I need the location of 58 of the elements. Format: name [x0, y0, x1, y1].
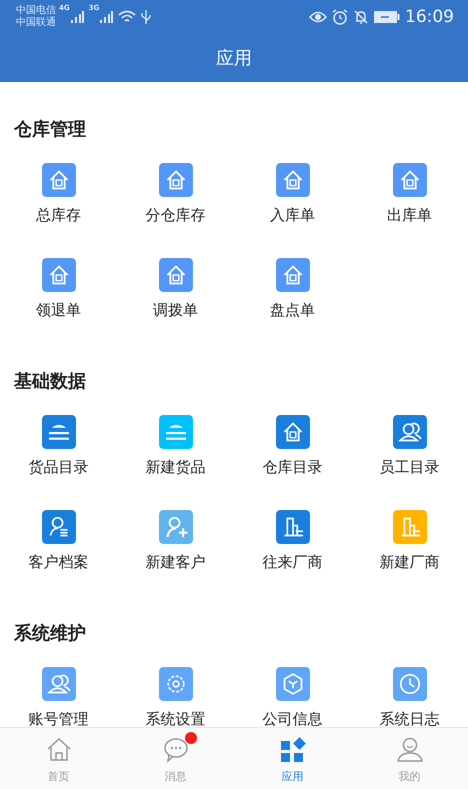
wifi-icon — [118, 10, 136, 24]
app-icon[interactable] — [392, 510, 426, 544]
eye-icon — [309, 10, 327, 24]
usb-icon — [141, 9, 152, 25]
section-title: 系统维护 — [12, 622, 87, 646]
app-label[interactable]: 新建货品 — [146, 457, 206, 477]
carrier-name: 中国联通 — [16, 17, 56, 29]
app-icon[interactable] — [276, 163, 310, 197]
app-label[interactable]: 往来厂商 — [262, 552, 322, 572]
app-icon[interactable] — [158, 667, 192, 701]
app-icon[interactable] — [42, 163, 76, 197]
clock-time: 16:09 — [405, 7, 454, 27]
app-icon[interactable] — [158, 415, 192, 449]
app-label[interactable]: 分仓库存 — [146, 205, 206, 225]
app-label[interactable]: 系统日志 — [380, 709, 440, 727]
alarm-icon — [332, 9, 348, 25]
app-icon[interactable] — [392, 667, 426, 701]
app-label[interactable]: 总库存 — [36, 205, 81, 225]
battery-icon — [374, 11, 400, 23]
app-label[interactable]: 货品目录 — [28, 457, 88, 477]
app-label[interactable]: 盘点单 — [270, 300, 315, 320]
app-icon[interactable] — [276, 510, 310, 544]
app-label[interactable]: 新建客户 — [146, 552, 206, 572]
user-icon — [396, 736, 424, 764]
page-title: 应用 — [216, 47, 252, 70]
app-icon[interactable] — [276, 258, 310, 292]
app-label[interactable]: 调拨单 — [153, 300, 198, 320]
app-label[interactable]: 入库单 — [270, 205, 315, 225]
app-icon[interactable] — [42, 258, 76, 292]
nav-tab[interactable]: 应用 — [234, 728, 351, 789]
app-label[interactable]: 客户档案 — [28, 552, 88, 572]
app-icon[interactable] — [276, 667, 310, 701]
app-label[interactable]: 员工目录 — [380, 457, 440, 477]
app-icon[interactable] — [158, 510, 192, 544]
muted-bell-icon — [353, 9, 369, 25]
app-label[interactable]: 账号管理 — [28, 709, 88, 727]
section-title: 仓库管理 — [12, 118, 87, 142]
app-icon[interactable] — [42, 415, 76, 449]
signal-icon — [70, 11, 84, 23]
app-icon[interactable] — [392, 163, 426, 197]
app-label[interactable]: 领退单 — [36, 300, 81, 320]
home-icon — [44, 736, 72, 764]
app-label[interactable]: 系统设置 — [146, 709, 206, 727]
section-title: 基础数据 — [13, 370, 87, 394]
app-label[interactable]: 仓库目录 — [262, 457, 322, 477]
app-label[interactable]: 出库单 — [387, 205, 432, 225]
app-icon[interactable] — [276, 415, 310, 449]
signal-icon — [99, 11, 114, 23]
app-icon[interactable] — [42, 667, 76, 701]
apps-icon — [278, 736, 306, 764]
chat-icon — [162, 736, 190, 764]
carrier-name: 中国电信 — [16, 5, 56, 16]
app-label[interactable]: 公司信息 — [262, 709, 322, 727]
app-label[interactable]: 新建厂商 — [380, 552, 440, 572]
app-icon[interactable] — [392, 415, 426, 449]
app-icon[interactable] — [158, 258, 192, 292]
app-icon[interactable] — [42, 510, 76, 544]
app-icon[interactable] — [158, 163, 192, 197]
